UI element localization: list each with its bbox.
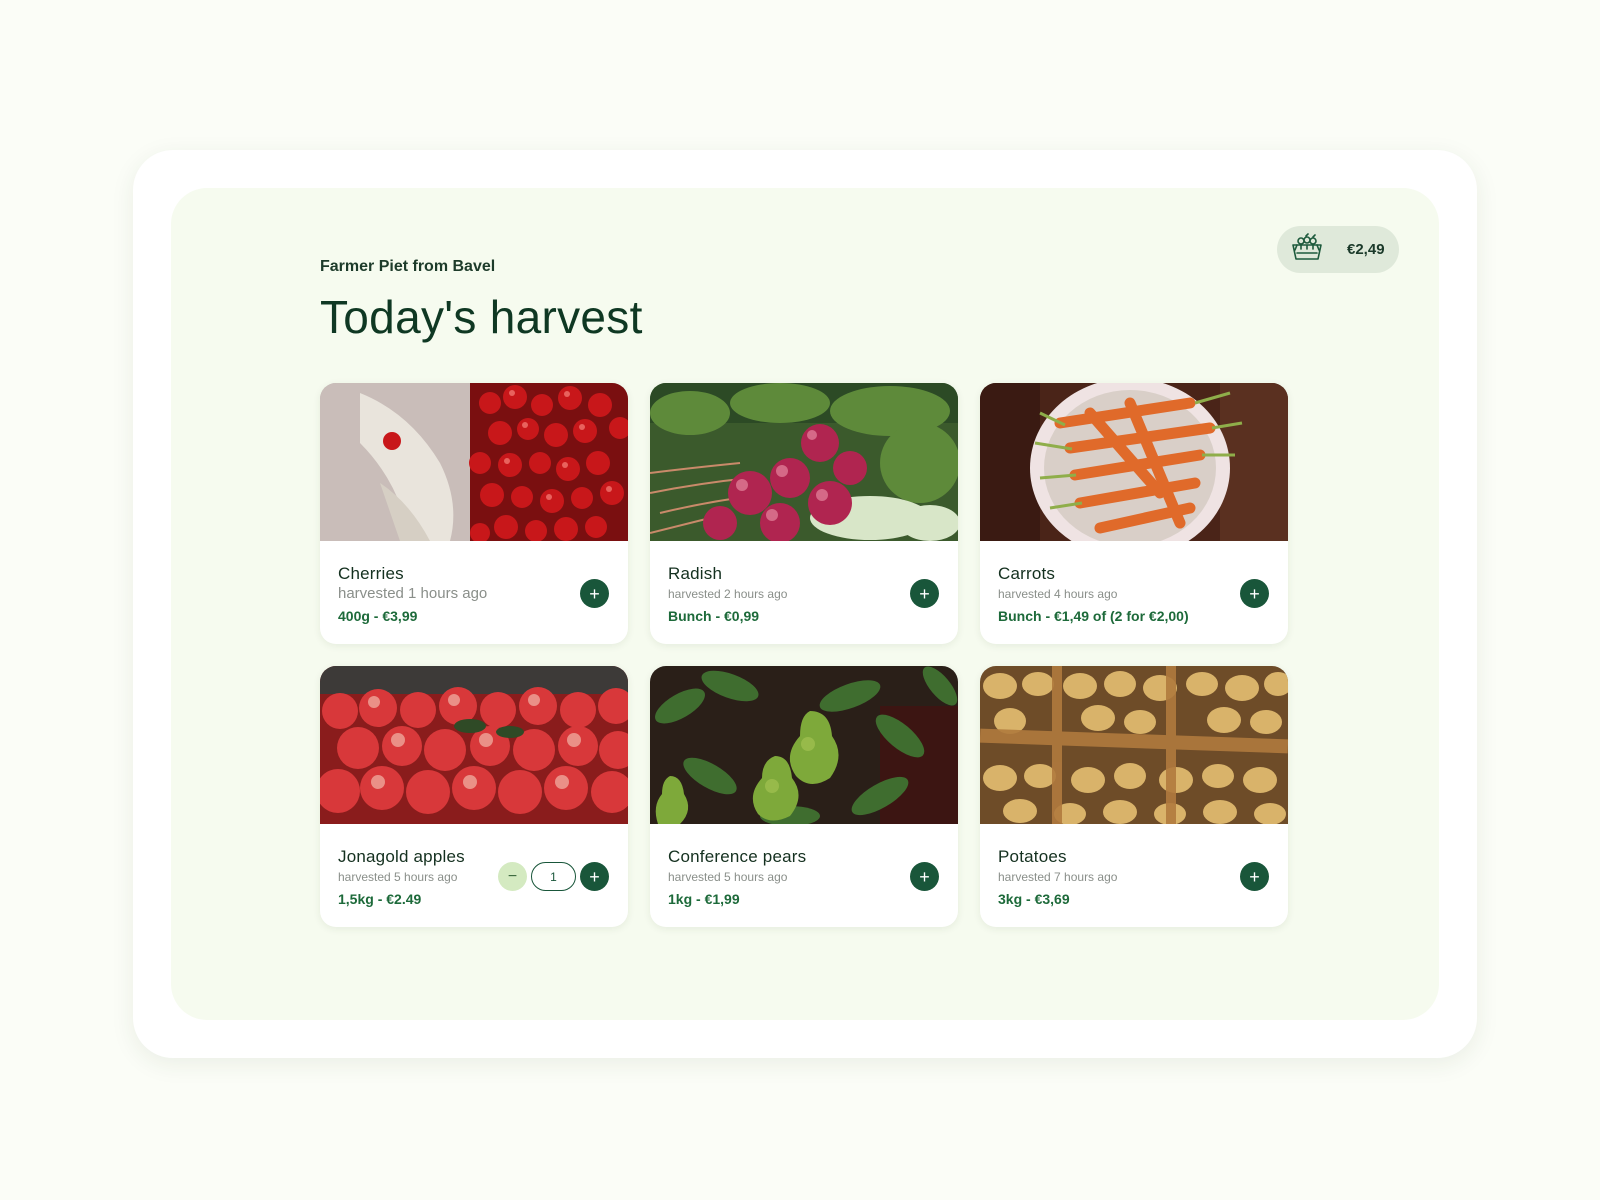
product-price: Bunch - €0,99 <box>668 608 760 624</box>
harvest-time: harvested 2 hours ago <box>668 587 788 601</box>
basket-icon <box>1291 233 1323 266</box>
product-price: 400g - €3,99 <box>338 608 418 624</box>
decrease-quantity-button[interactable]: − <box>498 862 527 891</box>
harvest-time: harvested 5 hours ago <box>338 870 458 884</box>
product-name: Carrots <box>998 564 1056 583</box>
add-to-cart-button[interactable]: + <box>1240 579 1269 608</box>
cherries-photo <box>320 383 628 541</box>
harvest-time: harvested 7 hours ago <box>998 870 1118 884</box>
product-card-radish: Radish harvested 2 hours ago Bunch - €0,… <box>650 383 958 644</box>
product-name: Potatoes <box>998 847 1067 866</box>
harvest-time: harvested 5 hours ago <box>668 870 788 884</box>
pears-photo <box>650 666 958 824</box>
cart-total: €2,49 <box>1347 241 1385 258</box>
product-card-carrots: Carrots harvested 4 hours ago Bunch - €1… <box>980 383 1288 644</box>
farmer-subtitle: Farmer Piet from Bavel <box>320 258 496 275</box>
cart-button[interactable]: €2,49 <box>1277 226 1399 273</box>
radish-photo <box>650 383 958 541</box>
add-to-cart-button[interactable]: + <box>580 579 609 608</box>
apples-photo <box>320 666 628 824</box>
product-name: Cherries <box>338 564 404 583</box>
product-price: 1,5kg - €2.49 <box>338 891 422 907</box>
add-to-cart-button[interactable]: + <box>910 862 939 891</box>
harvest-time: harvested 4 hours ago <box>998 587 1118 601</box>
product-card-cherries: Cherries harvested 1 hours ago 400g - €3… <box>320 383 628 644</box>
product-price: 3kg - €3,69 <box>998 891 1070 907</box>
product-card-jonagold-apples: Jonagold apples harvested 5 hours ago 1,… <box>320 666 628 927</box>
potatoes-photo <box>980 666 1288 824</box>
product-card-potatoes: Potatoes harvested 7 hours ago 3kg - €3,… <box>980 666 1288 927</box>
product-card-conference-pears: Conference pears harvested 5 hours ago 1… <box>650 666 958 927</box>
product-name: Radish <box>668 564 723 583</box>
increase-quantity-button[interactable]: + <box>580 862 609 891</box>
add-to-cart-button[interactable]: + <box>1240 862 1269 891</box>
product-name: Conference pears <box>668 847 807 866</box>
harvest-time: harvested 1 hours ago <box>338 585 488 602</box>
add-to-cart-button[interactable]: + <box>910 579 939 608</box>
product-price: 1kg - €1,99 <box>668 891 740 907</box>
quantity-input[interactable] <box>531 862 576 891</box>
carrots-photo <box>980 383 1288 541</box>
page-title: Today's harvest <box>320 291 643 343</box>
product-name: Jonagold apples <box>338 847 465 866</box>
product-price: Bunch - €1,49 of (2 for €2,00) <box>998 608 1189 624</box>
